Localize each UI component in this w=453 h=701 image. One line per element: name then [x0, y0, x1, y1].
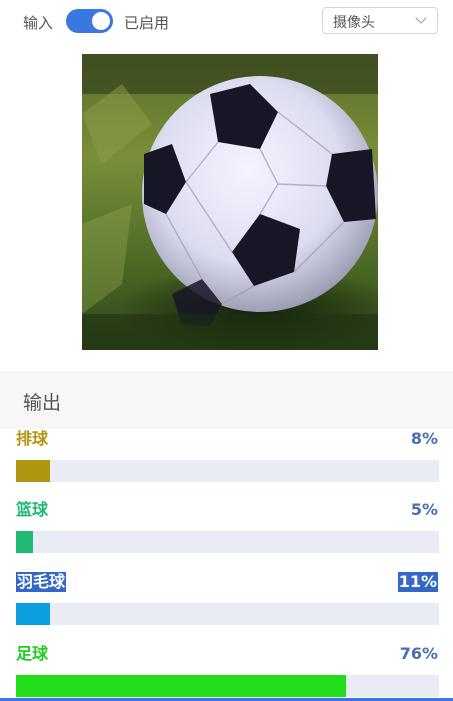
result-bar-fill: [16, 531, 33, 553]
toggle-knob: [92, 12, 110, 30]
soccer-ball-image: [82, 54, 378, 350]
result-row-badminton: 羽毛球 11%: [0, 572, 453, 644]
output-header: 输出: [0, 371, 453, 429]
result-bar-fill: [16, 460, 50, 482]
toggle-state-label: 已启用: [124, 14, 170, 32]
input-toggle[interactable]: [66, 9, 113, 33]
camera-preview-image: [82, 54, 378, 350]
result-label: 排球: [16, 429, 49, 448]
output-title: 输出: [23, 392, 62, 414]
result-row-soccer: 足球 76%: [0, 644, 453, 701]
result-bar-track: [16, 603, 439, 625]
result-row-volleyball: 排球 8%: [0, 429, 453, 501]
input-bar: 输入 已启用 摄像头: [0, 0, 453, 44]
result-row-basketball: 篮球 5%: [0, 500, 453, 572]
result-percent: 8%: [410, 429, 438, 448]
results-list: 排球 8% 篮球 5% 羽毛球 11% 足球 76%: [0, 429, 453, 701]
source-select[interactable]: 摄像头: [322, 7, 438, 34]
result-bar-fill: [16, 675, 346, 697]
result-bar-track: [16, 460, 439, 482]
chevron-down-icon: [415, 12, 427, 24]
result-bar-track: [16, 531, 439, 553]
result-label: 羽毛球: [16, 572, 67, 592]
result-bar-track: [16, 675, 439, 697]
result-percent: 76%: [399, 644, 438, 663]
result-label: 足球: [16, 644, 49, 663]
result-label: 篮球: [16, 500, 49, 519]
source-select-value: 摄像头: [333, 15, 375, 31]
input-label: 输入: [23, 14, 54, 32]
result-percent: 5%: [410, 500, 438, 519]
result-percent: 11%: [397, 572, 438, 592]
result-bar-fill: [16, 603, 50, 625]
